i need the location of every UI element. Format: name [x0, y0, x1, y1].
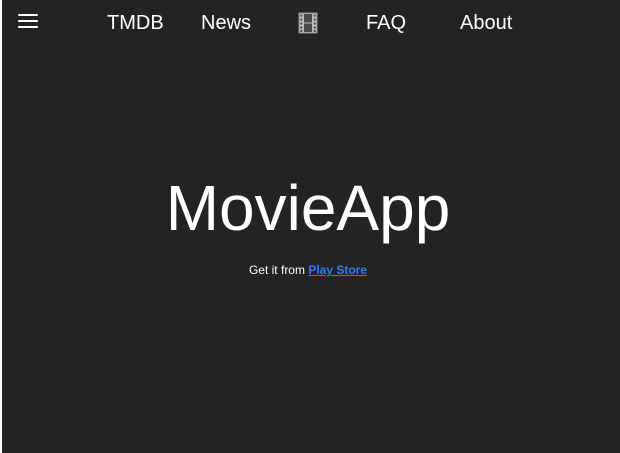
download-note-text: Get it from [248, 263, 309, 277]
nav-link-news[interactable]: News [201, 11, 251, 35]
app-title: MovieApp [165, 172, 451, 244]
nav-link-tmdb[interactable]: TMDB [107, 11, 164, 35]
film-strip-icon[interactable] [298, 12, 318, 34]
play-store-link[interactable]: Play Store [308, 263, 367, 277]
nav-link-faq[interactable]: FAQ [366, 11, 406, 35]
menu-button[interactable] [18, 13, 40, 31]
page: TMDB News FAQ About MovieApp Get it from… [2, 0, 620, 453]
nav-link-about[interactable]: About [460, 11, 512, 35]
download-note: Get it from Play Store [2, 262, 614, 278]
